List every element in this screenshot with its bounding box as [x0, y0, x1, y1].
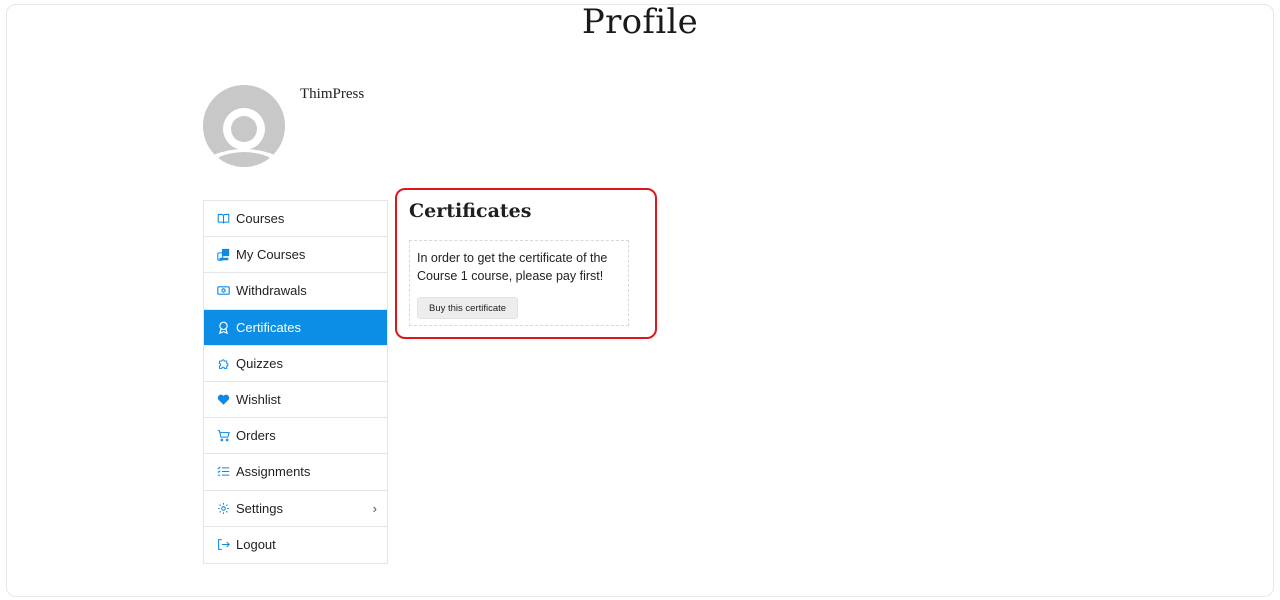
certificate-message: In order to get the certificate of the C… — [417, 251, 608, 283]
cash-icon — [216, 284, 230, 298]
menu-item-label: Certificates — [236, 319, 302, 335]
menu-item-certificates[interactable]: Certificates — [204, 309, 387, 346]
gear-icon — [216, 501, 230, 515]
menu-item-withdrawals[interactable]: Withdrawals — [204, 273, 387, 310]
menu-item-my-courses[interactable]: My Courses — [204, 237, 387, 274]
award-icon — [216, 320, 230, 334]
cart-icon — [216, 429, 230, 443]
buy-certificate-button[interactable]: Buy this certificate — [417, 297, 519, 319]
menu-item-label: Wishlist — [236, 392, 281, 408]
menu-item-courses[interactable]: Courses — [204, 201, 387, 238]
menu-item-wishlist[interactable]: Wishlist — [204, 382, 387, 419]
menu-item-label: Orders — [236, 428, 276, 444]
menu-item-label: Courses — [236, 211, 285, 227]
profile-username: ThimPress — [300, 86, 365, 102]
course-stack-icon — [216, 248, 230, 262]
list-icon — [216, 465, 230, 479]
menu-item-quizzes[interactable]: Quizzes — [204, 346, 387, 382]
menu-item-orders[interactable]: Orders — [204, 418, 387, 455]
certificate-notice: In order to get the certificate of the C… — [409, 240, 629, 326]
puzzle-icon — [216, 356, 230, 370]
menu-item-logout[interactable]: Logout — [204, 527, 387, 563]
page-title: Profile — [581, 2, 699, 42]
menu-item-label: Logout — [236, 537, 276, 553]
menu-item-settings[interactable]: Settings › — [204, 491, 387, 527]
avatar — [203, 85, 285, 167]
menu-item-label: Settings — [236, 500, 283, 516]
certificates-title: Certificates — [409, 200, 532, 222]
menu-item-label: Quizzes — [236, 355, 283, 371]
menu-item-assignments[interactable]: Assignments — [204, 454, 387, 491]
user-silhouette-icon — [203, 85, 285, 167]
menu-item-label: Withdrawals — [236, 283, 307, 299]
book-open-icon — [216, 212, 230, 226]
menu-item-label: Assignments — [236, 464, 311, 480]
logout-icon — [216, 538, 230, 552]
profile-menu: Courses My Courses Withdrawals Certifica… — [203, 200, 388, 564]
menu-item-label: My Courses — [236, 247, 306, 263]
heart-icon — [216, 393, 230, 407]
chevron-right-icon: › — [372, 500, 377, 516]
